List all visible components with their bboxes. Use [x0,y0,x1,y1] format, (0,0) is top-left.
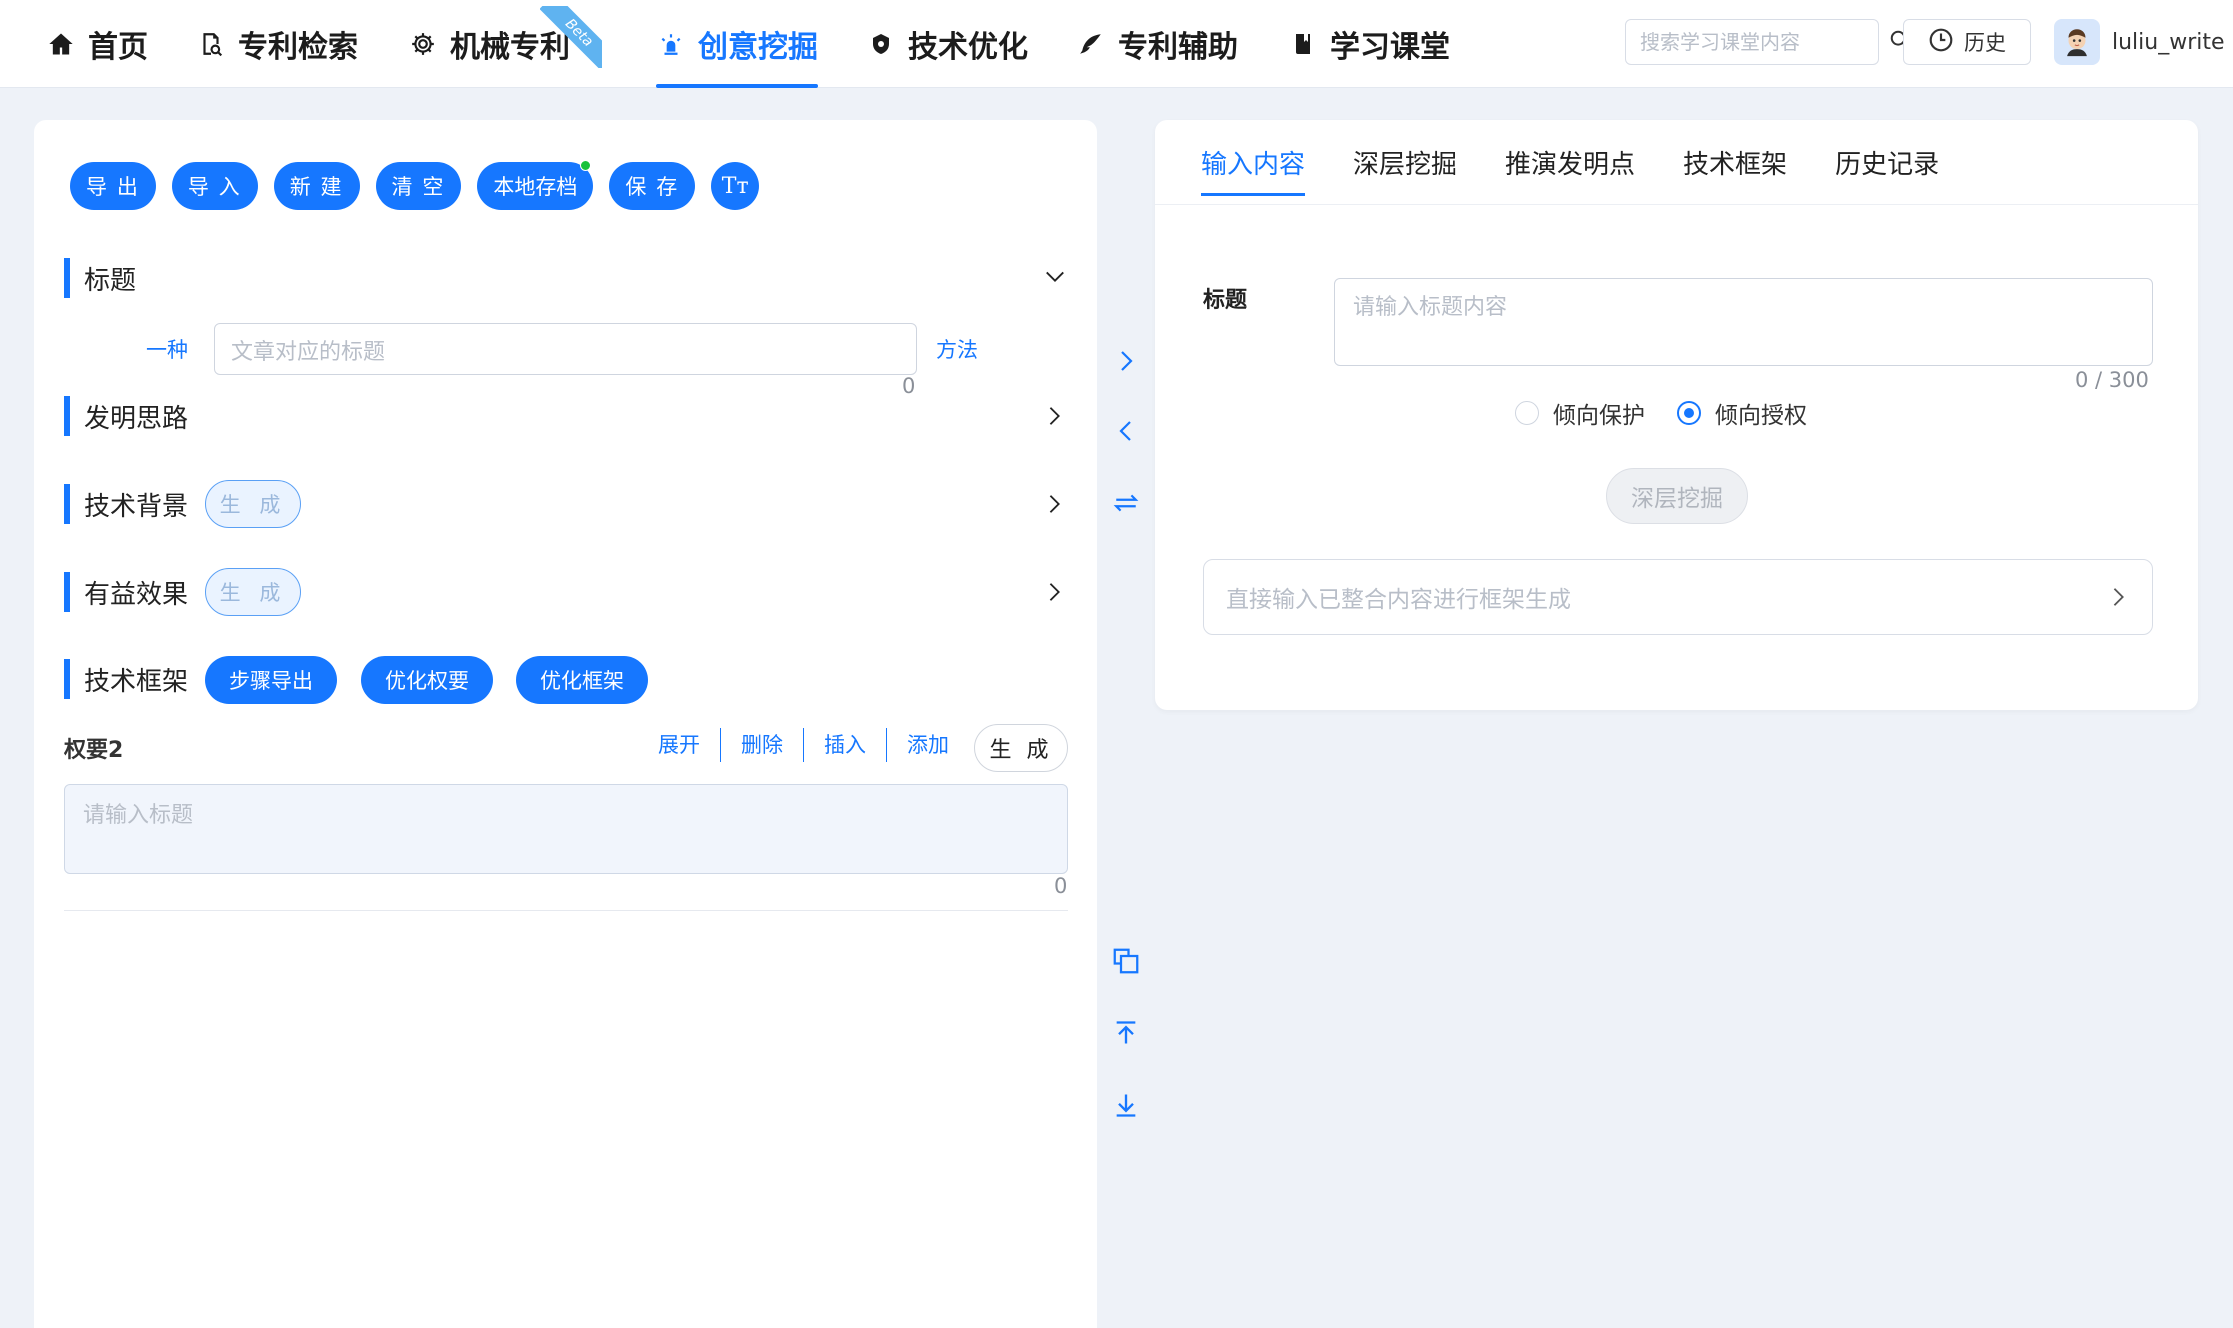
title-textarea-count: 0 / 300 [2075,368,2149,392]
nav-home[interactable]: 首页 [46,0,148,88]
feather-icon [1076,29,1106,59]
top-navigation: 首页 专利检索 机械专利 Beta 创意挖掘 技术优化 专利辅助 学习课堂 搜索… [0,0,2233,88]
title-textarea[interactable]: 请输入标题内容 [1334,278,2153,366]
username: luliu_write [2112,29,2225,55]
tab-tech-framework[interactable]: 技术框架 [1683,120,1787,204]
insert-link[interactable]: 插入 [804,728,887,762]
deep-mining-button[interactable]: 深层挖掘 [1606,468,1748,524]
radio-prefer-grant[interactable]: 倾向授权 [1677,396,1807,430]
optimize-claims-button[interactable]: 优化权要 [361,656,493,704]
radio-circle [1515,401,1539,425]
search-input[interactable] [1640,30,1889,54]
delete-link[interactable]: 删除 [721,728,804,762]
history-label: 历史 [1964,31,2006,55]
scroll-top-icon[interactable] [1109,1016,1143,1050]
gear-icon [408,29,438,59]
chevron-right-icon[interactable] [1044,493,1066,515]
generate-effect-button[interactable]: 生 成 [205,568,301,616]
clock-icon [1928,27,1954,58]
bulb-icon [656,29,686,59]
radio-label: 倾向保护 [1553,403,1645,429]
steps-export-button[interactable]: 步骤导出 [205,656,337,704]
direct-input-placeholder: 直接输入已整合内容进行框架生成 [1226,587,1571,613]
tab-deep-mining[interactable]: 深层挖掘 [1353,120,1457,204]
radio-circle [1677,401,1701,425]
chevron-right-icon[interactable] [1044,581,1066,603]
nav-patent-search-label: 专利检索 [238,30,358,65]
title-input-placeholder: 文章对应的标题 [231,340,386,365]
input-panel: 输入内容 深层挖掘 推演发明点 技术框架 历史记录 标题 请输入标题内容 0 /… [1155,120,2198,710]
nav-tech-optimize[interactable]: 技术优化 [866,0,1028,88]
claim-char-count: 0 [1054,874,1068,898]
local-archive-button[interactable]: 本地存档 [477,160,594,210]
generate-background-button[interactable]: 生 成 [205,480,301,528]
preference-radio-group: 倾向保护 倾向授权 [1515,396,1807,430]
title-char-count: 0 [902,374,916,398]
section-tech-background[interactable]: 技术背景 [64,484,188,524]
title-prefix: 一种 [146,338,188,362]
chevron-left-icon[interactable] [1109,414,1143,448]
tab-history[interactable]: 历史记录 [1835,120,1939,204]
nav-idea-mining-label: 创意挖掘 [698,30,818,65]
nav-home-label: 首页 [88,30,148,65]
swap-icon[interactable] [1109,486,1143,520]
avatar [2054,19,2100,65]
export-button[interactable]: 导 出 [70,162,156,210]
nav-patent-search[interactable]: 专利检索 [196,0,358,88]
radio-prefer-protection[interactable]: 倾向保护 [1515,396,1645,430]
chevron-right-icon[interactable] [1044,405,1066,427]
editor-toolbar: 导 出 导 入 新 建 清 空 本地存档 保 存 Tт [70,160,760,210]
history-button[interactable]: 历史 [1903,19,2031,65]
title-input[interactable]: 文章对应的标题 [214,323,917,375]
book-icon [1288,29,1318,59]
font-size-button[interactable]: Tт [711,162,760,210]
section-beneficial-effect[interactable]: 有益效果 [64,572,188,612]
home-icon [46,29,76,59]
local-archive-label: 本地存档 [493,176,578,199]
tab-bar: 输入内容 深层挖掘 推演发明点 技术框架 历史记录 [1201,120,1939,204]
generate-claim-button[interactable]: 生 成 [974,724,1068,772]
nav-idea-mining[interactable]: 创意挖掘 [656,0,818,88]
claim-actions: 展开 删除 插入 添加 [638,728,969,762]
chevron-right-icon[interactable] [2108,584,2130,610]
editor-panel: 导 出 导 入 新 建 清 空 本地存档 保 存 Tт 标题 一种 文章对应的标… [34,120,1097,1328]
chevron-down-icon[interactable] [1044,266,1066,288]
import-button[interactable]: 导 入 [171,162,258,210]
title-field-label: 标题 [1203,288,1248,313]
title-textarea-placeholder: 请输入标题内容 [1353,295,1508,320]
save-button[interactable]: 保 存 [609,162,696,210]
divider [64,910,1068,911]
claim-placeholder: 请输入标题 [83,803,194,828]
clear-button[interactable]: 清 空 [375,162,462,210]
nav-learning-label: 学习课堂 [1330,30,1450,65]
status-dot [580,160,592,171]
beta-badge: Beta [540,6,602,68]
scroll-bottom-icon[interactable] [1109,1088,1143,1122]
nav-patent-assist-label: 专利辅助 [1118,30,1238,65]
shield-icon [866,29,896,59]
direct-framework-input[interactable]: 直接输入已整合内容进行框架生成 [1203,559,2153,635]
copy-icon[interactable] [1109,944,1143,978]
title-suffix: 方法 [936,338,978,362]
section-invention-idea[interactable]: 发明思路 [64,396,188,436]
tab-deduce-invention[interactable]: 推演发明点 [1505,120,1635,204]
chevron-right-icon[interactable] [1109,344,1143,378]
expand-link[interactable]: 展开 [638,728,721,762]
document-search-icon [196,29,226,59]
nav-tech-optimize-label: 技术优化 [908,30,1028,65]
section-tech-framework: 技术框架 [64,659,188,699]
add-link[interactable]: 添加 [887,728,969,762]
search-box[interactable] [1625,19,1909,65]
nav-learning[interactable]: 学习课堂 [1288,0,1450,88]
radio-label: 倾向授权 [1715,403,1807,429]
nav-patent-assist[interactable]: 专利辅助 [1076,0,1238,88]
tabs-divider [1155,204,2198,205]
claim-label: 权要2 [64,738,124,763]
claim-textarea[interactable]: 请输入标题 [64,784,1068,874]
tab-input-content[interactable]: 输入内容 [1201,120,1306,204]
new-button[interactable]: 新 建 [273,162,360,210]
section-title-heading: 标题 [64,258,136,298]
user-menu[interactable]: luliu_write [2054,17,2225,67]
optimize-framework-button[interactable]: 优化框架 [516,656,648,704]
